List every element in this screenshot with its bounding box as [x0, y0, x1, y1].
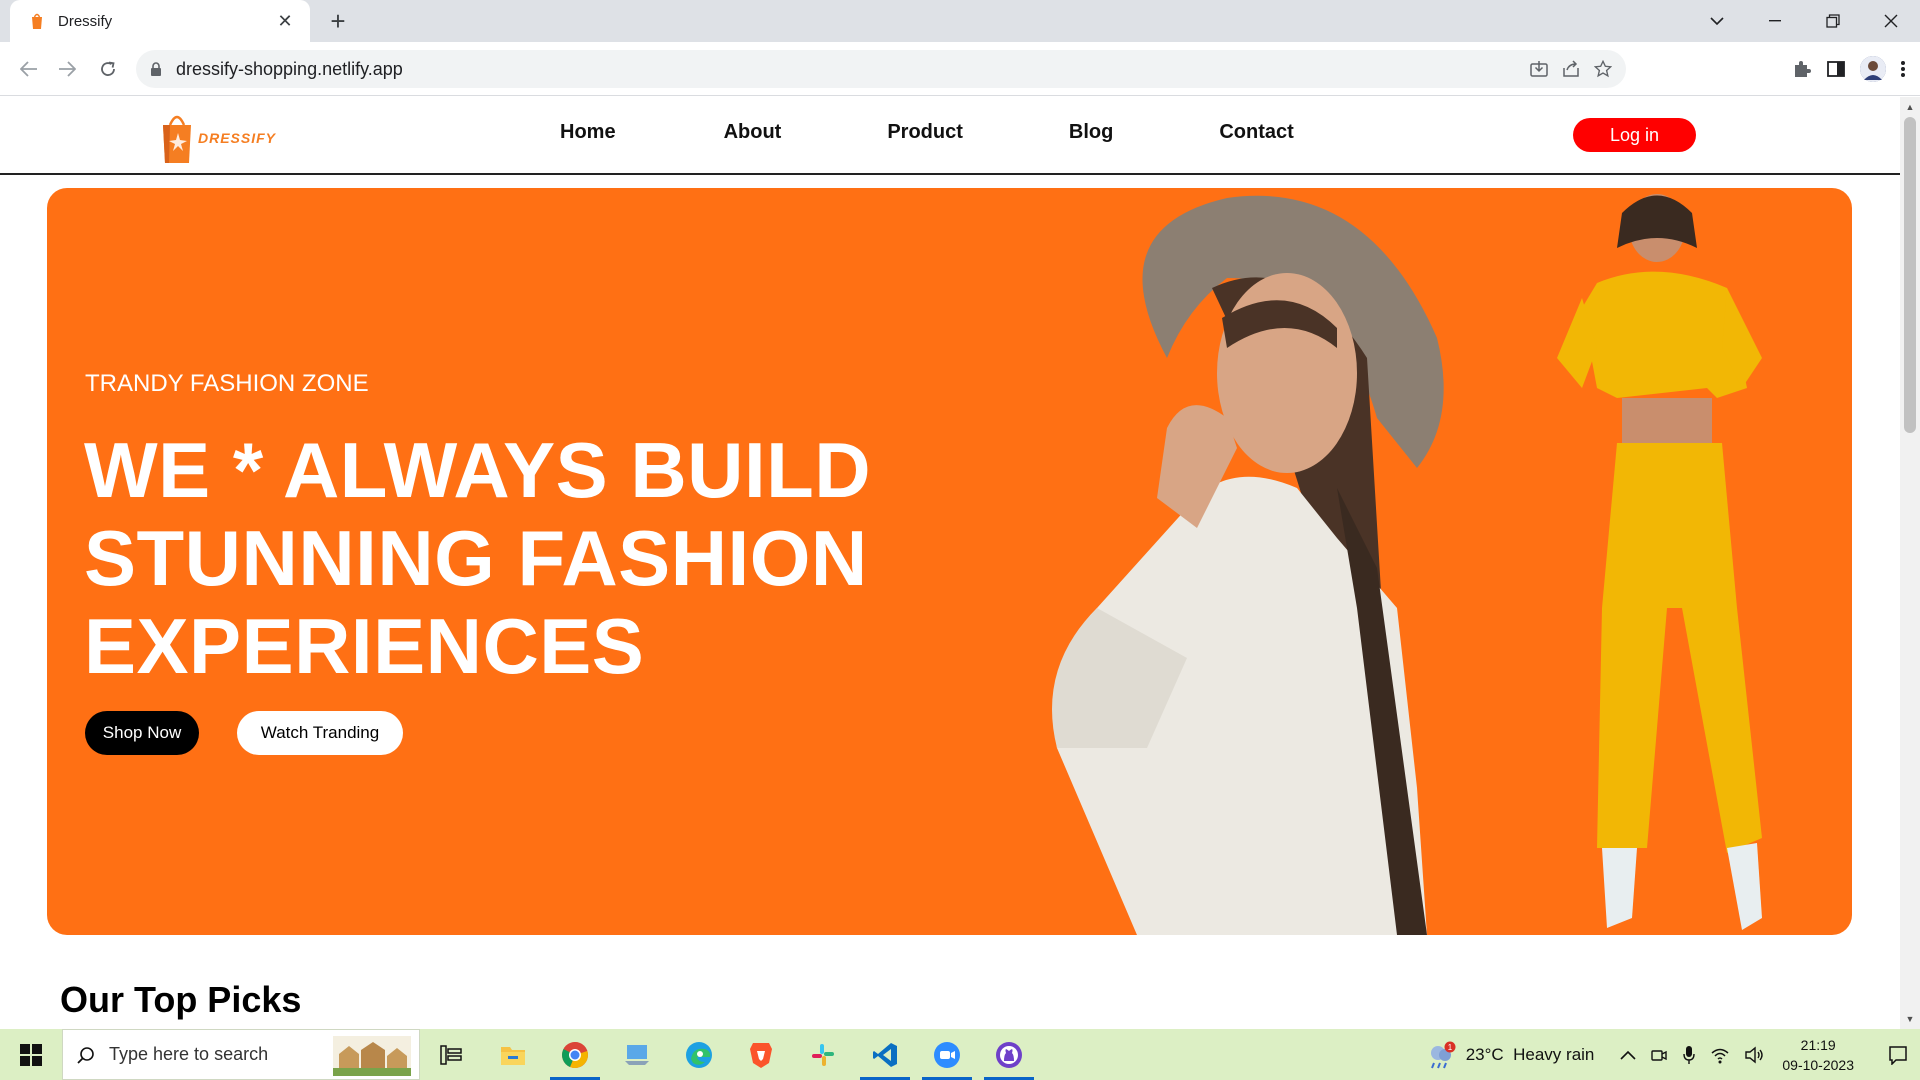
minimize-icon[interactable] [1746, 0, 1804, 42]
model-yellow-tracksuit [1557, 194, 1762, 930]
close-window-icon[interactable] [1862, 0, 1920, 42]
hero-title-line-3: EXPERIENCES [84, 602, 645, 690]
windows-taskbar: Type here to search 1 23°C Heavy rain 21… [0, 1029, 1920, 1080]
tray-icons [1620, 1045, 1764, 1065]
new-tab-icon[interactable]: + [322, 6, 354, 38]
watch-trending-button[interactable]: Watch Tranding [237, 711, 403, 755]
profile-avatar[interactable] [1860, 56, 1886, 82]
nav-blog[interactable]: Blog [1069, 121, 1113, 144]
task-view-icon[interactable] [420, 1029, 482, 1080]
side-panel-icon[interactable] [1826, 59, 1846, 79]
logo-wordmark: DRESSIFY [198, 130, 277, 146]
nav-about[interactable]: About [724, 121, 782, 144]
browser-tab[interactable]: Dressify ✕ [10, 0, 310, 42]
remote-desktop-icon[interactable] [606, 1029, 668, 1080]
tab-title: Dressify [58, 12, 113, 30]
show-hidden-icons-chevron-icon[interactable] [1620, 1050, 1636, 1060]
weather-badge-count: 1 [1447, 1043, 1452, 1052]
search-placeholder: Type here to search [109, 1044, 269, 1064]
shopping-bag-logo-icon [163, 115, 191, 163]
search-highlight-image [333, 1036, 411, 1076]
back-icon[interactable] [14, 54, 44, 84]
search-icon [77, 1046, 94, 1064]
extensions-puzzle-icon[interactable] [1792, 59, 1812, 79]
notification-center-icon[interactable] [1876, 1045, 1920, 1065]
model-white-shirt-hat [1052, 195, 1444, 935]
url-text: dressify-shopping.netlify.app [176, 58, 403, 79]
shop-now-button[interactable]: Shop Now [85, 711, 199, 755]
brave-icon[interactable] [730, 1029, 792, 1080]
address-bar[interactable]: dressify-shopping.netlify.app [136, 50, 1626, 88]
restore-icon[interactable] [1804, 0, 1862, 42]
file-explorer-icon[interactable] [482, 1029, 544, 1080]
share-icon[interactable] [1562, 60, 1580, 78]
bookmark-star-icon[interactable] [1594, 60, 1612, 78]
browser-toolbar: dressify-shopping.netlify.app [0, 42, 1920, 96]
weather-text: 23°C Heavy rain [1465, 1044, 1595, 1064]
system-tray: 1 23°C Heavy rain 21:19 09-10-2023 [1426, 1029, 1920, 1080]
windows-start-icon[interactable] [0, 1029, 62, 1080]
volume-icon[interactable] [1744, 1046, 1764, 1064]
install-app-icon[interactable] [1530, 60, 1548, 78]
hero-title-line-1: WE * ALWAYS BUILD [84, 426, 872, 514]
weather-widget[interactable]: 1 23°C Heavy rain [1426, 1041, 1595, 1069]
hero-banner: TRANDY FASHION ZONE WE * ALWAYS BUILD ST… [47, 188, 1852, 935]
dressify-favicon-icon [32, 13, 42, 29]
edge-icon[interactable] [668, 1029, 730, 1080]
zoom-icon[interactable] [916, 1029, 978, 1080]
clock-time: 21:19 [1800, 1036, 1836, 1053]
nav-contact[interactable]: Contact [1219, 121, 1293, 144]
taskbar-search-box[interactable]: Type here to search [62, 1029, 420, 1080]
system-clock[interactable]: 21:19 09-10-2023 [1782, 1035, 1854, 1075]
page-scrollbar[interactable]: ▲ ▼ [1900, 97, 1920, 1029]
hero-title-line-2: STUNNING FASHION [84, 514, 868, 602]
close-tab-icon[interactable]: ✕ [274, 11, 296, 32]
slack-icon[interactable] [792, 1029, 854, 1080]
chrome-taskbar-icon[interactable] [544, 1029, 606, 1080]
login-button[interactable]: Log in [1573, 118, 1696, 152]
taskbar-apps [420, 1029, 1040, 1080]
hero-models-image [1052, 194, 1762, 935]
main-nav: Home About Product Blog Contact [560, 121, 1294, 144]
nav-product[interactable]: Product [887, 121, 963, 144]
reload-icon[interactable] [93, 54, 123, 84]
hero-subtitle: TRANDY FASHION ZONE [85, 370, 369, 397]
nav-home[interactable]: Home [560, 121, 616, 144]
clock-date: 09-10-2023 [1782, 1056, 1854, 1073]
window-controls [1688, 0, 1920, 42]
hero-title: WE * ALWAYS BUILD STUNNING FASHION EXPER… [84, 426, 871, 690]
github-desktop-icon[interactable] [978, 1029, 1040, 1080]
scroll-down-icon[interactable]: ▼ [1900, 1011, 1920, 1027]
tab-search-icon[interactable] [1688, 0, 1746, 42]
lock-icon [151, 61, 161, 76]
meet-now-icon[interactable] [1650, 1046, 1668, 1064]
top-picks-heading: Our Top Picks [60, 979, 302, 1020]
vscode-icon[interactable] [854, 1029, 916, 1080]
scrollbar-thumb[interactable] [1904, 117, 1916, 433]
microphone-icon[interactable] [1682, 1045, 1696, 1065]
site-logo[interactable]: DRESSIFY [160, 111, 276, 165]
browser-menu-icon[interactable] [1900, 59, 1906, 79]
web-page: DRESSIFY Home About Product Blog Contact… [0, 97, 1900, 1029]
site-header: DRESSIFY Home About Product Blog Contact… [0, 97, 1900, 175]
browser-tab-strip: Dressify ✕ + [0, 0, 1920, 42]
forward-icon[interactable] [52, 54, 82, 84]
heavy-rain-icon: 1 [1430, 1041, 1456, 1068]
wifi-icon[interactable] [1710, 1046, 1730, 1064]
scroll-up-icon[interactable]: ▲ [1900, 99, 1920, 115]
